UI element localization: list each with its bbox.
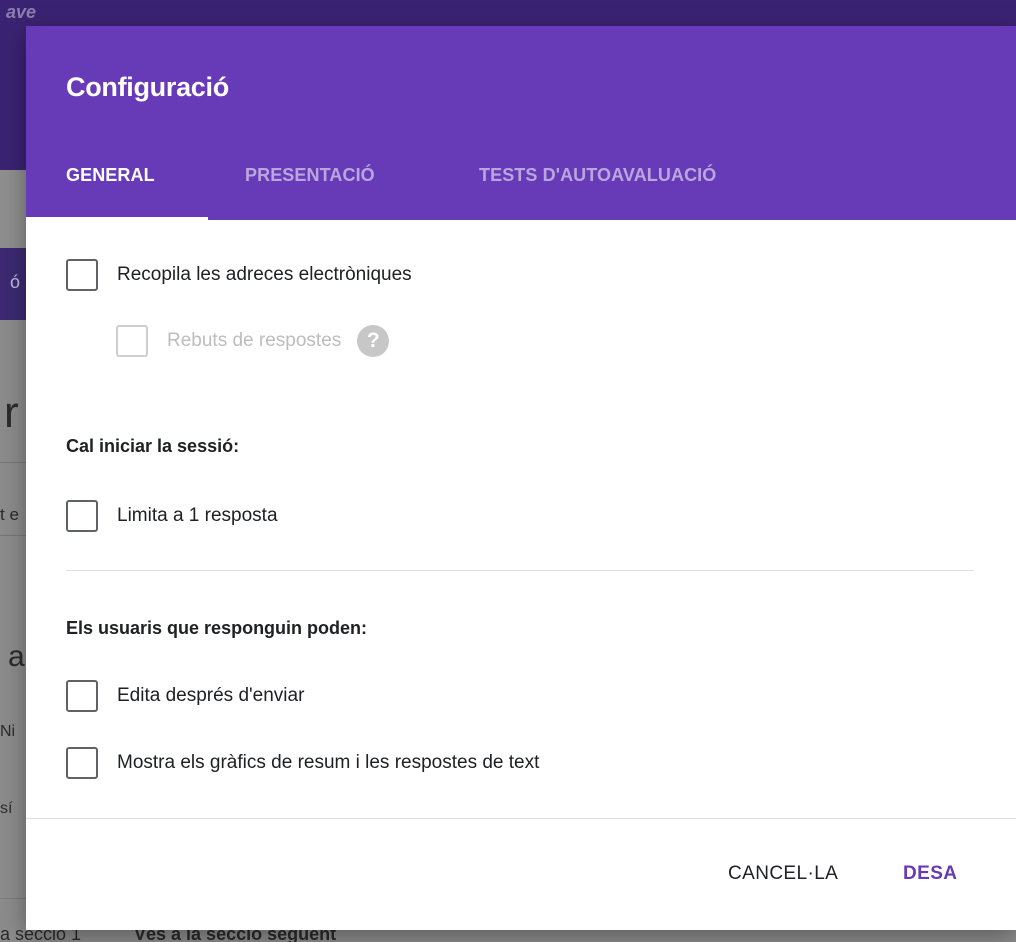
- collect-emails-label: Recopila les adreces electròniques: [117, 264, 412, 285]
- background-divider: [0, 535, 26, 536]
- active-tab-indicator: [26, 217, 208, 220]
- settings-dialog: Configuració GENERAL PRESENTACIÓ TESTS D…: [26, 26, 1016, 930]
- footer-divider: [26, 818, 1016, 819]
- background-strip-text: ó: [10, 272, 21, 292]
- show-summary-option[interactable]: Mostra els gràfics de resum i les respos…: [66, 747, 539, 779]
- edit-after-submit-checkbox[interactable]: [66, 680, 98, 712]
- tab-presentation[interactable]: PRESENTACIÓ: [245, 161, 375, 220]
- response-receipts-label: Rebuts de respostes: [167, 330, 342, 351]
- help-circle-icon[interactable]: ?: [357, 325, 390, 357]
- response-receipts-option: Rebuts de respostes ?: [116, 325, 390, 357]
- collect-emails-option[interactable]: Recopila les adreces electròniques: [66, 259, 412, 291]
- edit-after-submit-label: Edita després d'enviar: [117, 685, 305, 706]
- background-divider: [0, 462, 26, 463]
- collect-emails-checkbox[interactable]: [66, 259, 98, 291]
- show-summary-label: Mostra els gràfics de resum i les respos…: [117, 752, 540, 773]
- cancel-button[interactable]: CANCEL·LA: [728, 863, 838, 885]
- background-fragment: r: [4, 388, 19, 437]
- background-fragment: sí: [0, 800, 13, 817]
- background-fragment: t e: [0, 505, 19, 524]
- save-button[interactable]: DESA: [903, 863, 957, 885]
- tab-general[interactable]: GENERAL: [66, 161, 155, 220]
- respondents-heading: Els usuaris que responguin poden:: [66, 618, 368, 638]
- edit-after-submit-option[interactable]: Edita després d'enviar: [66, 680, 304, 712]
- limit-one-response-label: Limita a 1 resposta: [117, 505, 278, 526]
- limit-one-response-option[interactable]: Limita a 1 resposta: [66, 500, 278, 532]
- dialog-title: Configuració: [66, 72, 229, 102]
- dialog-header: Configuració GENERAL PRESENTACIÓ TESTS D…: [26, 26, 1016, 220]
- tab-quizzes[interactable]: TESTS D'AUTOAVALUACIÓ: [479, 161, 716, 220]
- background-header-text: ave: [6, 2, 37, 22]
- section-divider: [66, 570, 974, 571]
- limit-one-response-checkbox[interactable]: [66, 500, 98, 532]
- show-summary-checkbox[interactable]: [66, 747, 98, 779]
- settings-tabs: GENERAL PRESENTACIÓ TESTS D'AUTOAVALUACI…: [26, 161, 1016, 220]
- login-required-heading: Cal iniciar la sessió:: [66, 436, 240, 456]
- response-receipts-checkbox: [116, 325, 148, 357]
- background-fragment: a: [8, 640, 25, 673]
- background-fragment: Ni: [0, 723, 16, 740]
